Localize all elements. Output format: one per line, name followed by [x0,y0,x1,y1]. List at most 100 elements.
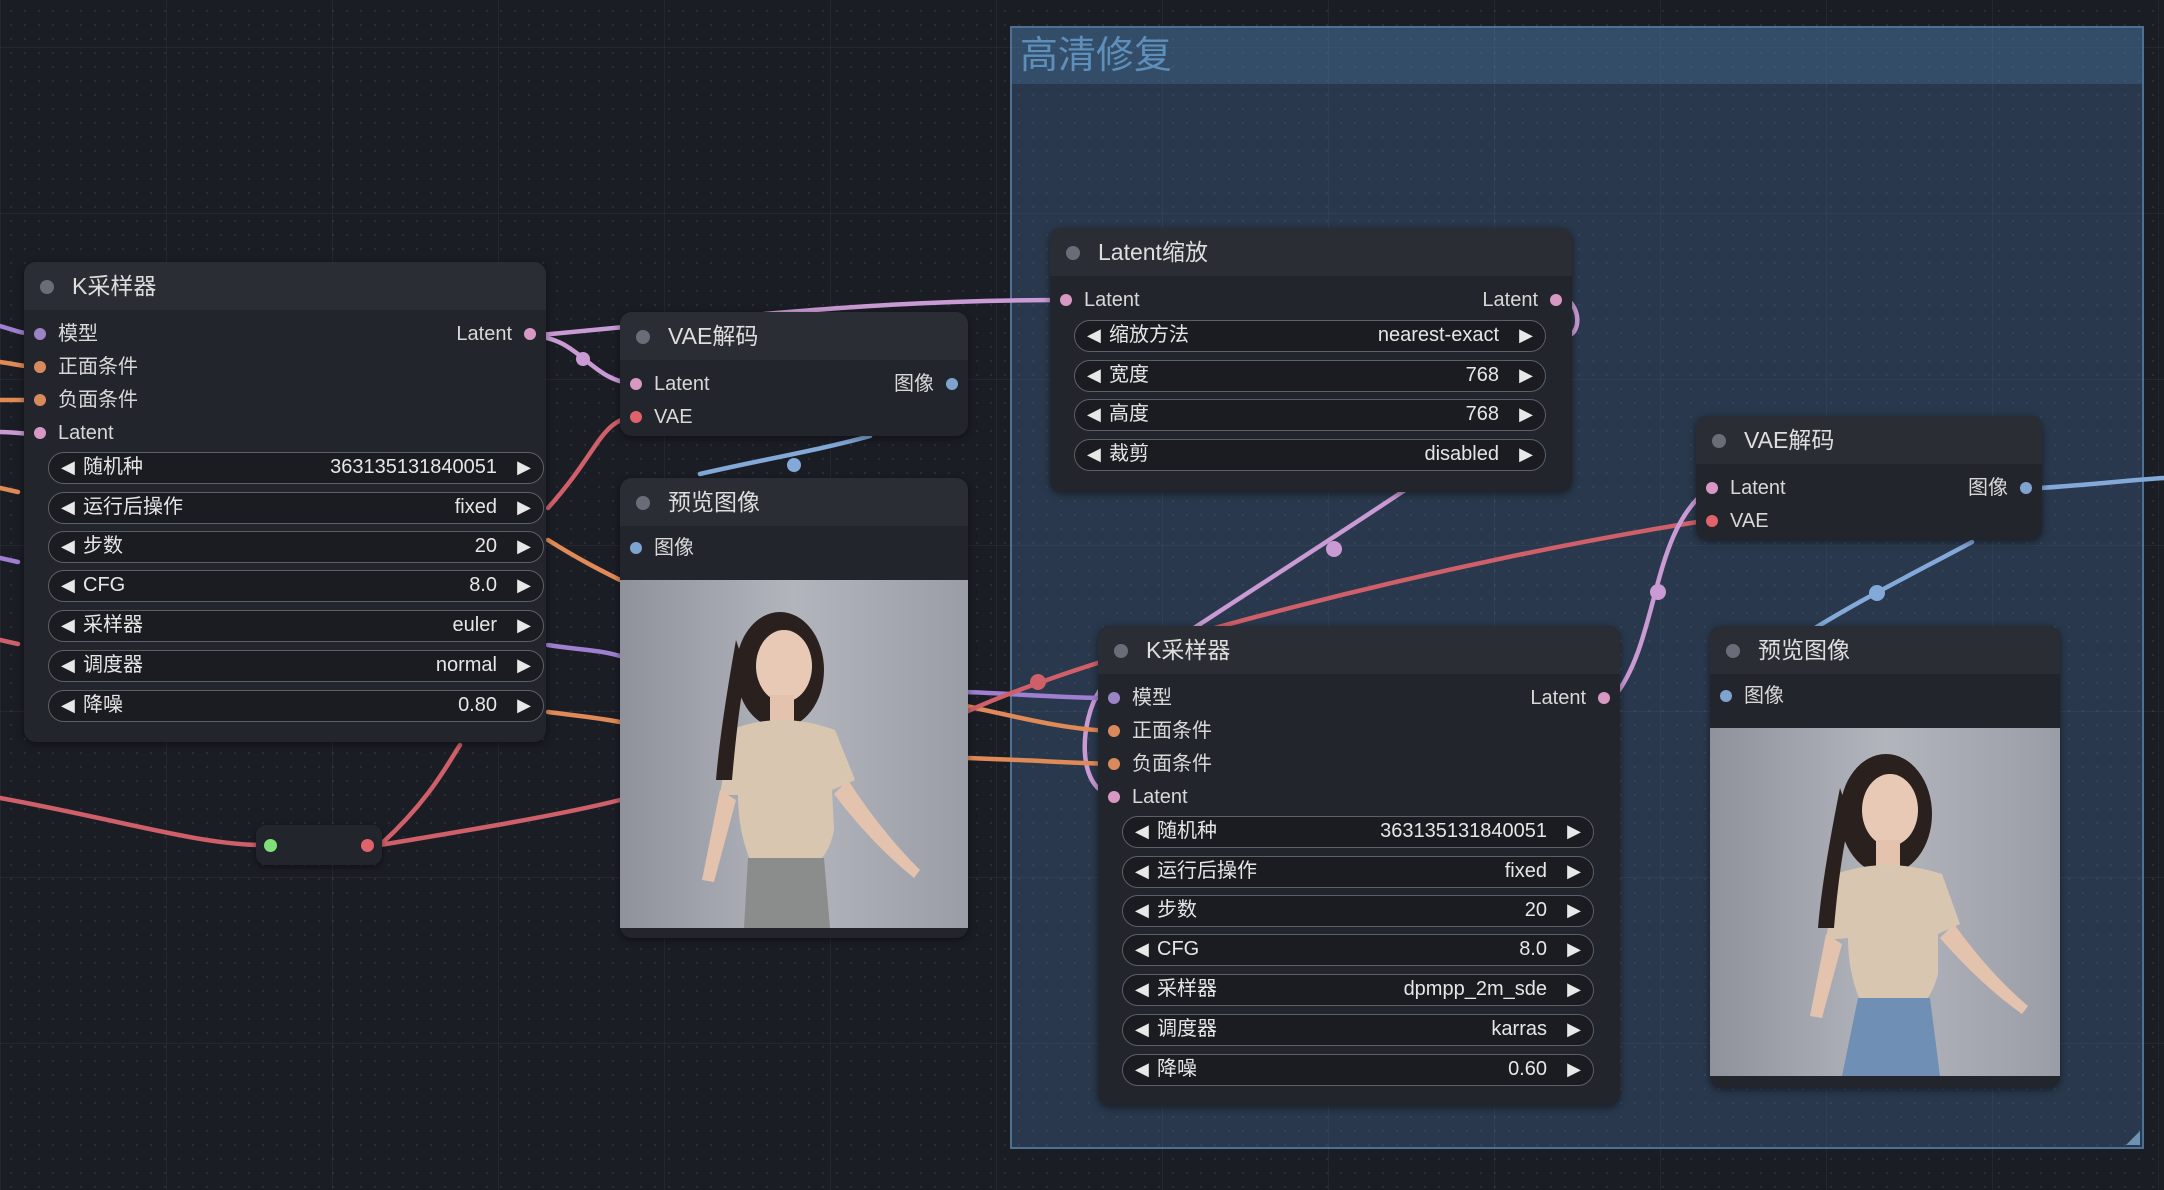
output-slot-latent[interactable]: Latent [1530,686,1620,710]
slot-dot[interactable] [1060,294,1072,306]
slot-dot[interactable] [34,427,46,439]
slot-dot[interactable] [1550,294,1562,306]
slot-dot[interactable] [1108,791,1120,803]
output-slot-image[interactable]: 图像 [894,372,968,396]
node-header[interactable]: K采样器 [1098,626,1620,674]
collapse-dot[interactable] [1066,246,1080,260]
increment-arrow[interactable]: ▶ [1567,857,1581,886]
decrement-arrow[interactable]: ◀ [61,611,75,640]
node-latent-upscale[interactable]: Latent缩放 Latent Latent ◀ 缩放方法 nearest-exac… [1050,228,1572,492]
input-slot-negative[interactable]: 负面条件 [1098,752,1212,776]
increment-arrow[interactable]: ▶ [1567,896,1581,925]
decrement-arrow[interactable]: ◀ [1135,975,1149,1004]
output-slot-image[interactable]: 图像 [1968,476,2042,500]
decrement-arrow[interactable]: ◀ [61,453,75,482]
input-slot-latent[interactable]: Latent [1098,785,1188,809]
reroute-node[interactable] [256,825,382,865]
increment-arrow[interactable]: ▶ [1519,400,1533,429]
slot-dot[interactable] [1720,690,1732,702]
slot-dot[interactable] [2020,482,2032,494]
decrement-arrow[interactable]: ◀ [1135,857,1149,886]
slot-dot[interactable] [630,378,642,390]
increment-arrow[interactable]: ▶ [1519,361,1533,390]
collapse-dot[interactable] [1726,644,1740,658]
slot-dot[interactable] [630,542,642,554]
node-ksampler-1[interactable]: K采样器 模型 正面条件 负面条件 Latent Latent ◀ 随机种 3631… [24,262,546,742]
widget-height[interactable]: ◀ 高度 768 ▶ [1074,399,1546,431]
slot-dot[interactable] [1108,692,1120,704]
widget-scheduler[interactable]: ◀ 调度器 normal ▶ [48,650,544,682]
decrement-arrow[interactable]: ◀ [1087,321,1101,350]
increment-arrow[interactable]: ▶ [517,532,531,561]
decrement-arrow[interactable]: ◀ [61,532,75,561]
increment-arrow[interactable]: ▶ [1519,321,1533,350]
decrement-arrow[interactable]: ◀ [61,691,75,720]
node-ksampler-2[interactable]: K采样器 模型 正面条件 负面条件 Latent Latent ◀ 随机种 3631… [1098,626,1620,1106]
input-slot-vae[interactable]: VAE [1696,509,1769,533]
increment-arrow[interactable]: ▶ [517,651,531,680]
increment-arrow[interactable]: ▶ [1567,817,1581,846]
decrement-arrow[interactable]: ◀ [61,571,75,600]
increment-arrow[interactable]: ▶ [517,493,531,522]
node-vae-decode-1[interactable]: VAE解码 Latent VAE 图像 [620,312,968,436]
slot-dot[interactable] [524,328,536,340]
increment-arrow[interactable]: ▶ [1519,440,1533,469]
collapse-dot[interactable] [636,330,650,344]
input-slot-model[interactable]: 模型 [1098,686,1172,710]
increment-arrow[interactable]: ▶ [517,691,531,720]
input-slot-latent[interactable]: Latent [1696,476,1786,500]
node-header[interactable]: Latent缩放 [1050,228,1572,276]
slot-dot[interactable] [34,394,46,406]
widget-steps[interactable]: ◀ 步数 20 ▶ [1122,895,1594,927]
slot-dot[interactable] [946,378,958,390]
widget-steps[interactable]: ◀ 步数 20 ▶ [48,531,544,563]
node-header[interactable]: VAE解码 [1696,416,2042,464]
decrement-arrow[interactable]: ◀ [1087,361,1101,390]
input-slot-image[interactable]: 图像 [1710,684,1784,708]
decrement-arrow[interactable]: ◀ [1087,440,1101,469]
widget-denoise[interactable]: ◀ 降噪 0.80 ▶ [48,690,544,722]
input-slot-negative[interactable]: 负面条件 [24,388,138,412]
input-slot-vae[interactable]: VAE [620,405,693,429]
widget-sampler[interactable]: ◀ 采样器 euler ▶ [48,610,544,642]
slot-dot[interactable] [1108,758,1120,770]
increment-arrow[interactable]: ▶ [1567,1015,1581,1044]
output-slot-latent[interactable]: Latent [1482,288,1572,312]
decrement-arrow[interactable]: ◀ [1135,896,1149,925]
input-slot-positive[interactable]: 正面条件 [1098,719,1212,743]
widget-crop[interactable]: ◀ 裁剪 disabled ▶ [1074,439,1546,471]
preview-image[interactable] [1710,728,2060,1076]
widget-width[interactable]: ◀ 宽度 768 ▶ [1074,360,1546,392]
input-slot-model[interactable]: 模型 [24,322,98,346]
decrement-arrow[interactable]: ◀ [1135,1055,1149,1084]
reroute-output-dot[interactable] [361,839,374,852]
increment-arrow[interactable]: ▶ [1567,935,1581,964]
input-slot-positive[interactable]: 正面条件 [24,355,138,379]
decrement-arrow[interactable]: ◀ [61,651,75,680]
input-slot-image[interactable]: 图像 [620,536,694,560]
node-header[interactable]: 预览图像 [620,478,968,526]
increment-arrow[interactable]: ▶ [1567,975,1581,1004]
widget-upscale-method[interactable]: ◀ 缩放方法 nearest-exact ▶ [1074,320,1546,352]
input-slot-latent[interactable]: Latent [620,372,710,396]
collapse-dot[interactable] [40,280,54,294]
node-preview-image-1[interactable]: 预览图像 图像 [620,478,968,938]
reroute-input-dot[interactable] [264,839,277,852]
slot-dot[interactable] [1706,515,1718,527]
widget-cfg[interactable]: ◀ CFG 8.0 ▶ [1122,934,1594,966]
slot-dot[interactable] [1598,692,1610,704]
decrement-arrow[interactable]: ◀ [1135,817,1149,846]
decrement-arrow[interactable]: ◀ [1135,935,1149,964]
slot-dot[interactable] [34,328,46,340]
collapse-dot[interactable] [636,496,650,510]
node-preview-image-2[interactable]: 预览图像 图像 [1710,626,2060,1088]
input-slot-latent[interactable]: Latent [24,421,114,445]
increment-arrow[interactable]: ▶ [517,453,531,482]
slot-dot[interactable] [34,361,46,373]
decrement-arrow[interactable]: ◀ [1135,1015,1149,1044]
collapse-dot[interactable] [1712,434,1726,448]
slot-dot[interactable] [1108,725,1120,737]
node-header[interactable]: VAE解码 [620,312,968,360]
widget-denoise[interactable]: ◀ 降噪 0.60 ▶ [1122,1054,1594,1086]
output-slot-latent[interactable]: Latent [456,322,546,346]
